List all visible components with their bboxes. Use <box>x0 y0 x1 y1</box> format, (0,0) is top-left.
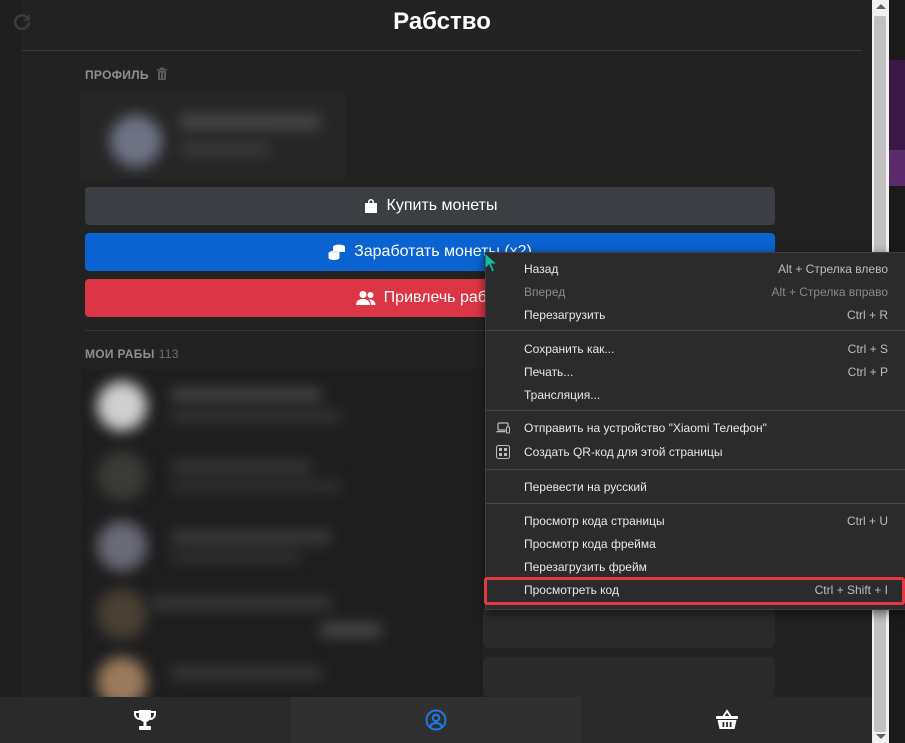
menu-item-shortcut: Alt + Стрелка вправо <box>771 285 888 299</box>
menu-item-label: Перезагрузить фрейм <box>524 560 647 574</box>
menu-item-label: Вперед <box>524 285 566 299</box>
trophy-icon <box>134 710 157 730</box>
users-icon <box>355 291 376 305</box>
avatar <box>97 451 147 501</box>
page-title: Рабство <box>393 8 491 35</box>
menu-item-back[interactable]: Назад Alt + Стрелка влево <box>486 258 905 280</box>
list-item[interactable] <box>81 577 483 645</box>
list-item-name <box>171 531 331 543</box>
slaves-count: 113 <box>158 347 179 361</box>
menu-item-shortcut: Ctrl + U <box>846 514 888 528</box>
list-item[interactable] <box>81 509 483 577</box>
menu-item-label: Печать... <box>524 365 574 379</box>
menu-item-send-to-device[interactable]: Отправить на устройство "Xiaomi Телефон" <box>486 417 905 439</box>
qr-code-icon <box>496 445 510 459</box>
menu-separator <box>486 330 905 331</box>
tab-rating[interactable] <box>0 697 291 743</box>
scroll-up-arrow[interactable] <box>876 4 886 9</box>
context-menu: Назад Alt + Стрелка влево Вперед Alt + С… <box>485 252 905 610</box>
trash-icon[interactable] <box>156 67 168 80</box>
menu-item-label: Просмотр кода фрейма <box>524 537 656 551</box>
list-item-right <box>483 608 775 648</box>
slaves-list <box>81 369 483 697</box>
menu-item-view-frame-source[interactable]: Просмотр кода фрейма <box>486 533 905 555</box>
menu-separator <box>486 503 905 504</box>
list-item-right <box>483 657 775 697</box>
menu-item-label: Создать QR-код для этой страницы <box>524 445 723 459</box>
tab-profile[interactable] <box>290 697 582 743</box>
list-item[interactable] <box>81 369 483 441</box>
profile-label-text: ПРОФИЛЬ <box>85 68 149 82</box>
menu-item-label: Просмотр кода страницы <box>524 514 665 528</box>
avatar <box>97 589 147 639</box>
header: Рабство <box>22 0 862 51</box>
menu-item-label: Сохранить как... <box>524 342 615 356</box>
menu-item-view-source[interactable]: Просмотр кода страницы Ctrl + U <box>486 510 905 532</box>
menu-separator <box>486 410 905 411</box>
menu-item-label: Перевести на русский <box>524 480 647 494</box>
profile-icon <box>425 709 447 731</box>
menu-item-forward[interactable]: Вперед Alt + Стрелка вправо <box>486 281 905 303</box>
shopping-bag-icon <box>364 199 377 213</box>
list-item[interactable] <box>81 441 483 509</box>
list-item-sub <box>171 481 341 491</box>
menu-item-print[interactable]: Печать... Ctrl + P <box>486 361 905 383</box>
menu-item-shortcut: Alt + Стрелка влево <box>777 262 888 276</box>
avatar <box>97 381 147 431</box>
list-item-sub <box>171 551 301 561</box>
menu-item-translate[interactable]: Перевести на русский <box>486 476 905 498</box>
list-item-name <box>171 389 321 401</box>
list-item[interactable] <box>81 645 483 697</box>
background-purple-strip <box>889 60 905 150</box>
background-purple-strip <box>889 150 905 186</box>
profile-info-blur <box>180 143 270 155</box>
menu-item-shortcut: Ctrl + R <box>846 308 888 322</box>
slaves-label-text: МОИ РАБЫ <box>85 347 155 361</box>
profile-name-blur <box>180 115 320 129</box>
list-item-sub <box>321 623 381 637</box>
avatar <box>97 657 147 697</box>
bottom-nav <box>0 697 872 743</box>
menu-item-save-as[interactable]: Сохранить как... Ctrl + S <box>486 338 905 360</box>
list-item-name <box>151 597 331 609</box>
scroll-down-arrow[interactable] <box>876 734 886 739</box>
coins-icon <box>328 244 346 260</box>
tab-shop[interactable] <box>581 697 872 743</box>
menu-item-label: Перезагрузить <box>524 308 606 322</box>
list-item-name <box>171 461 311 473</box>
menu-item-cast[interactable]: Трансляция... <box>486 384 905 406</box>
avatar <box>110 115 162 167</box>
slaves-section-label: МОИ РАБЫ 113 <box>85 347 179 361</box>
device-send-icon <box>496 422 510 434</box>
menu-item-reload-frame[interactable]: Перезагрузить фрейм <box>486 556 905 578</box>
buy-coins-label: Купить монеты <box>386 197 498 214</box>
profile-card[interactable] <box>80 93 345 179</box>
menu-separator <box>486 469 905 470</box>
menu-item-label: Назад <box>524 262 559 276</box>
shop-basket-icon <box>715 709 738 729</box>
menu-item-label: Трансляция... <box>524 388 601 402</box>
profile-section-label: ПРОФИЛЬ <box>85 68 149 82</box>
buy-coins-button[interactable]: Купить монеты <box>85 187 775 225</box>
left-gutter <box>0 0 31 743</box>
menu-item-label: Отправить на устройство "Xiaomi Телефон" <box>524 421 767 435</box>
inspect-highlight-box <box>484 577 905 605</box>
menu-item-shortcut: Ctrl + P <box>847 365 888 379</box>
mouse-cursor-icon <box>484 252 498 273</box>
list-item-sub <box>171 411 341 421</box>
list-item-name <box>171 667 321 679</box>
avatar <box>97 521 147 571</box>
menu-item-create-qr[interactable]: Создать QR-код для этой страницы <box>486 441 905 463</box>
menu-item-reload[interactable]: Перезагрузить Ctrl + R <box>486 304 905 326</box>
menu-item-shortcut: Ctrl + S <box>847 342 888 356</box>
